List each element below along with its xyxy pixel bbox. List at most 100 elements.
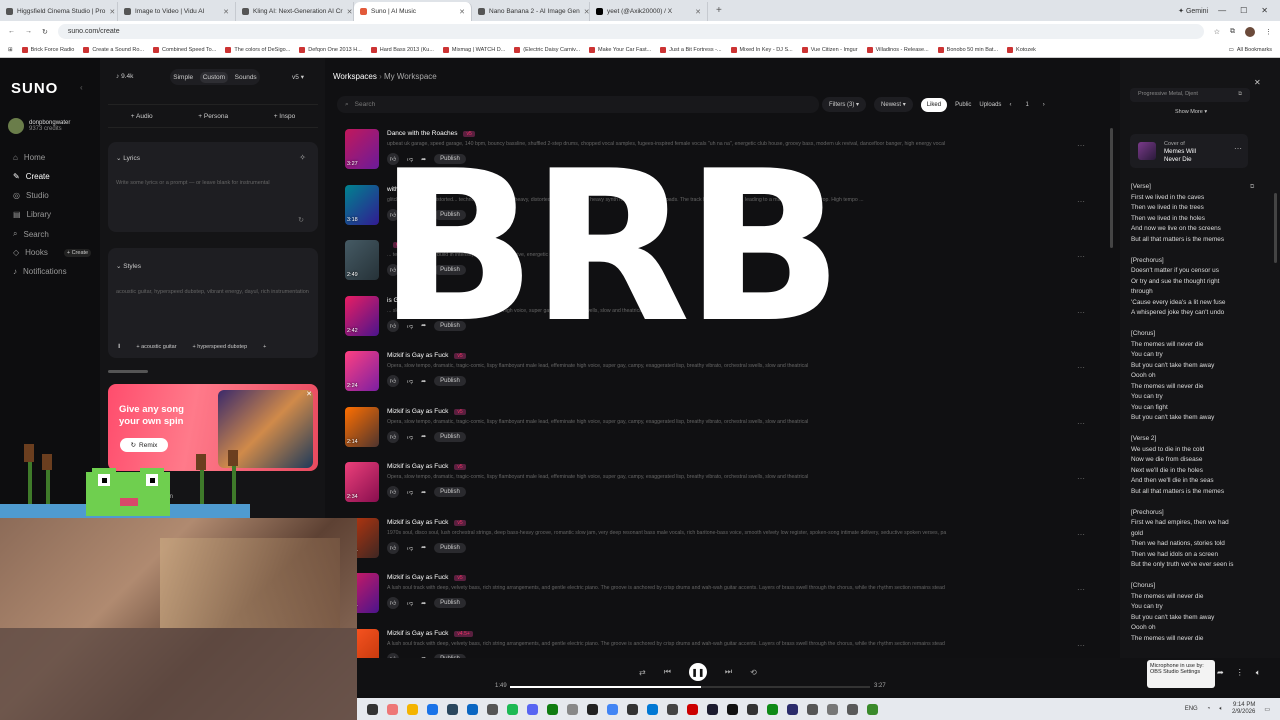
song-title[interactable]: Mizkif is Gay as Fuck v5 [387, 519, 466, 526]
reload-icon[interactable]: ↻ [42, 28, 48, 36]
more-icon[interactable]: ⋯ [1077, 585, 1085, 594]
browser-tab-active[interactable]: Suno | AI Music ✕ [354, 2, 472, 21]
uploads-toggle[interactable]: Uploads [979, 102, 1001, 108]
bookmark[interactable]: Combined Speed To... [153, 46, 216, 53]
like-icon[interactable]: 👍︎ [387, 375, 399, 387]
bookmark[interactable]: Bonobo 50 min Bat... [937, 46, 998, 53]
breadcrumb-current[interactable]: My Workspace [384, 72, 437, 81]
close-panel-icon[interactable]: ✕ [1254, 78, 1261, 87]
url-field[interactable]: suno.com/create [57, 24, 1204, 39]
app-icon[interactable] [807, 703, 818, 715]
song-cover[interactable]: 3:27 [345, 129, 379, 169]
styles-box[interactable]: ⌄ Styles acoustic guitar, hyperspeed dub… [108, 248, 318, 358]
profile-avatar[interactable] [1245, 26, 1255, 37]
bookmark[interactable]: Vue Citizen - Imgur [801, 46, 858, 53]
forward-icon[interactable]: → [25, 28, 32, 35]
styles-input[interactable]: acoustic guitar, hyperspeed dubstep, vib… [116, 288, 311, 297]
app-icon[interactable] [467, 703, 478, 715]
more-icon[interactable]: ⋯ [1077, 474, 1085, 483]
chrome-icon[interactable] [607, 703, 618, 715]
audio-button[interactable]: + Audio [131, 113, 153, 120]
repeat-icon[interactable]: ⟲ [750, 668, 757, 677]
discord-icon[interactable] [527, 703, 538, 715]
bookmark[interactable]: The colors of DeSigo... [225, 46, 290, 53]
pause-button[interactable]: ❚❚ [688, 663, 707, 681]
menu-icon[interactable]: ⋮ [1265, 28, 1272, 36]
show-more-button[interactable]: Show More ▾ [1175, 109, 1207, 115]
publish-button[interactable]: Publish [434, 542, 466, 553]
share-icon[interactable]: ➦ [421, 544, 426, 551]
clock[interactable]: 9:14 PM 2/9/2026 [1232, 702, 1255, 716]
bookmark[interactable]: Create a Sound Ro... [83, 46, 144, 53]
nav-hooks[interactable]: ◇ Hooks + Create [13, 248, 92, 257]
share-icon[interactable]: ➦ [1217, 668, 1224, 678]
search-input[interactable]: ⌕ Search [337, 96, 819, 113]
publish-button[interactable]: Publish [434, 598, 466, 608]
app-icon[interactable] [667, 703, 678, 715]
all-bookmarks[interactable]: ▭ All Bookmarks [1229, 47, 1272, 53]
styles-header[interactable]: ⌄ Styles [116, 262, 141, 270]
apps-icon[interactable]: ⊞ [8, 47, 13, 53]
song-cover[interactable]: 3:18 [345, 184, 379, 225]
more-icon[interactable]: ⋮ [1236, 668, 1244, 678]
collapse-icon[interactable]: ‹ [80, 83, 83, 92]
volume-tray-icon[interactable]: 🔈︎ [1219, 706, 1223, 713]
nav-home[interactable]: ⌂ Home [13, 153, 45, 162]
more-icon[interactable]: ⋯ [1077, 530, 1085, 539]
bookmark[interactable]: Mixed In Key - DJ S... [730, 46, 793, 53]
browser-tab[interactable]: yeet (@Axik20000) / X ✕ [590, 2, 708, 21]
dislike-icon[interactable]: 👎︎ [407, 433, 413, 441]
app-icon[interactable] [647, 703, 658, 715]
close-icon[interactable]: ✕ [584, 8, 589, 16]
browser-tab[interactable]: Image to Video | Vidu AI ✕ [118, 2, 236, 21]
song-cover[interactable]: 2:42 [345, 295, 379, 336]
mode-simple[interactable]: Simple [173, 74, 193, 81]
style-tag[interactable]: + hyperspeed dubstep [193, 344, 248, 351]
song-row[interactable]: 2:34 Mizkif is Gay as Fuck v5 Opera, slow t… [345, 462, 1085, 512]
obs-icon[interactable] [587, 703, 598, 715]
persona-button[interactable]: + Persona [198, 113, 228, 120]
song-cover[interactable]: 2:14 [345, 406, 379, 447]
style-tag[interactable]: + acoustic guitar [136, 344, 176, 351]
previous-icon[interactable]: ⏮ [664, 667, 671, 677]
user-profile[interactable]: donpbongwater 9373 credits [8, 118, 70, 134]
bookmark[interactable]: Kotozek [1007, 46, 1036, 53]
version-select[interactable]: v5 ▾ [292, 73, 304, 81]
share-icon[interactable]: ➦ [421, 489, 426, 496]
more-icon[interactable]: ⋯ [1077, 641, 1085, 650]
new-tab-button[interactable]: + [708, 5, 730, 16]
back-icon[interactable]: ← [8, 28, 15, 35]
song-title[interactable]: Mizkif is Gay as Fuck v5 [387, 574, 466, 581]
inspo-button[interactable]: + Inspo [274, 113, 296, 120]
spotify-icon[interactable] [507, 703, 518, 715]
premiere-icon[interactable] [787, 703, 798, 715]
bookmark[interactable]: Hard Bass 2013 (Ku... [370, 46, 434, 53]
minimize-icon[interactable]: — [1218, 6, 1226, 15]
publish-button[interactable]: Publish [434, 376, 466, 386]
song-cover[interactable]: 2:24 [345, 351, 379, 391]
more-icon[interactable]: ⋯ [1077, 141, 1085, 150]
filters-button[interactable]: Filters (3) ▾ [822, 97, 867, 112]
nav-create[interactable]: ✎ Create [13, 172, 50, 181]
more-tags-icon[interactable]: + [263, 344, 266, 351]
bookmark[interactable]: Brick Force Radio [21, 46, 74, 53]
lyrics-box[interactable]: ⌄ Lyrics ✧ Write some lyrics or a prompt… [108, 142, 318, 232]
taskview-icon[interactable] [367, 703, 378, 715]
extensions-icon[interactable]: ⧉ [1230, 28, 1235, 36]
share-icon[interactable]: ➦ [421, 433, 426, 440]
magic-wand-icon[interactable]: ✧ [299, 153, 306, 162]
app-icon[interactable] [687, 703, 698, 715]
maximize-icon[interactable]: ☐ [1240, 6, 1247, 15]
edge-icon[interactable] [427, 703, 438, 715]
prev-page-icon[interactable]: ‹ [1009, 102, 1011, 108]
more-icon[interactable]: ⋯ [1077, 363, 1085, 372]
app-icon[interactable] [747, 703, 758, 715]
like-icon[interactable]: 👍︎ [387, 541, 399, 554]
share-icon[interactable]: ➦ [421, 378, 426, 385]
close-icon[interactable]: ✕ [109, 8, 115, 16]
language-indicator[interactable]: ENG [1185, 706, 1198, 712]
more-icon[interactable]: ⋯ [1077, 308, 1085, 317]
song-title[interactable]: Mizkif is Gay as Fuck v5 [387, 463, 466, 470]
nav-library[interactable]: ▤ Library [13, 210, 51, 219]
bookmark[interactable]: Make Your Car Fast... [589, 46, 651, 53]
